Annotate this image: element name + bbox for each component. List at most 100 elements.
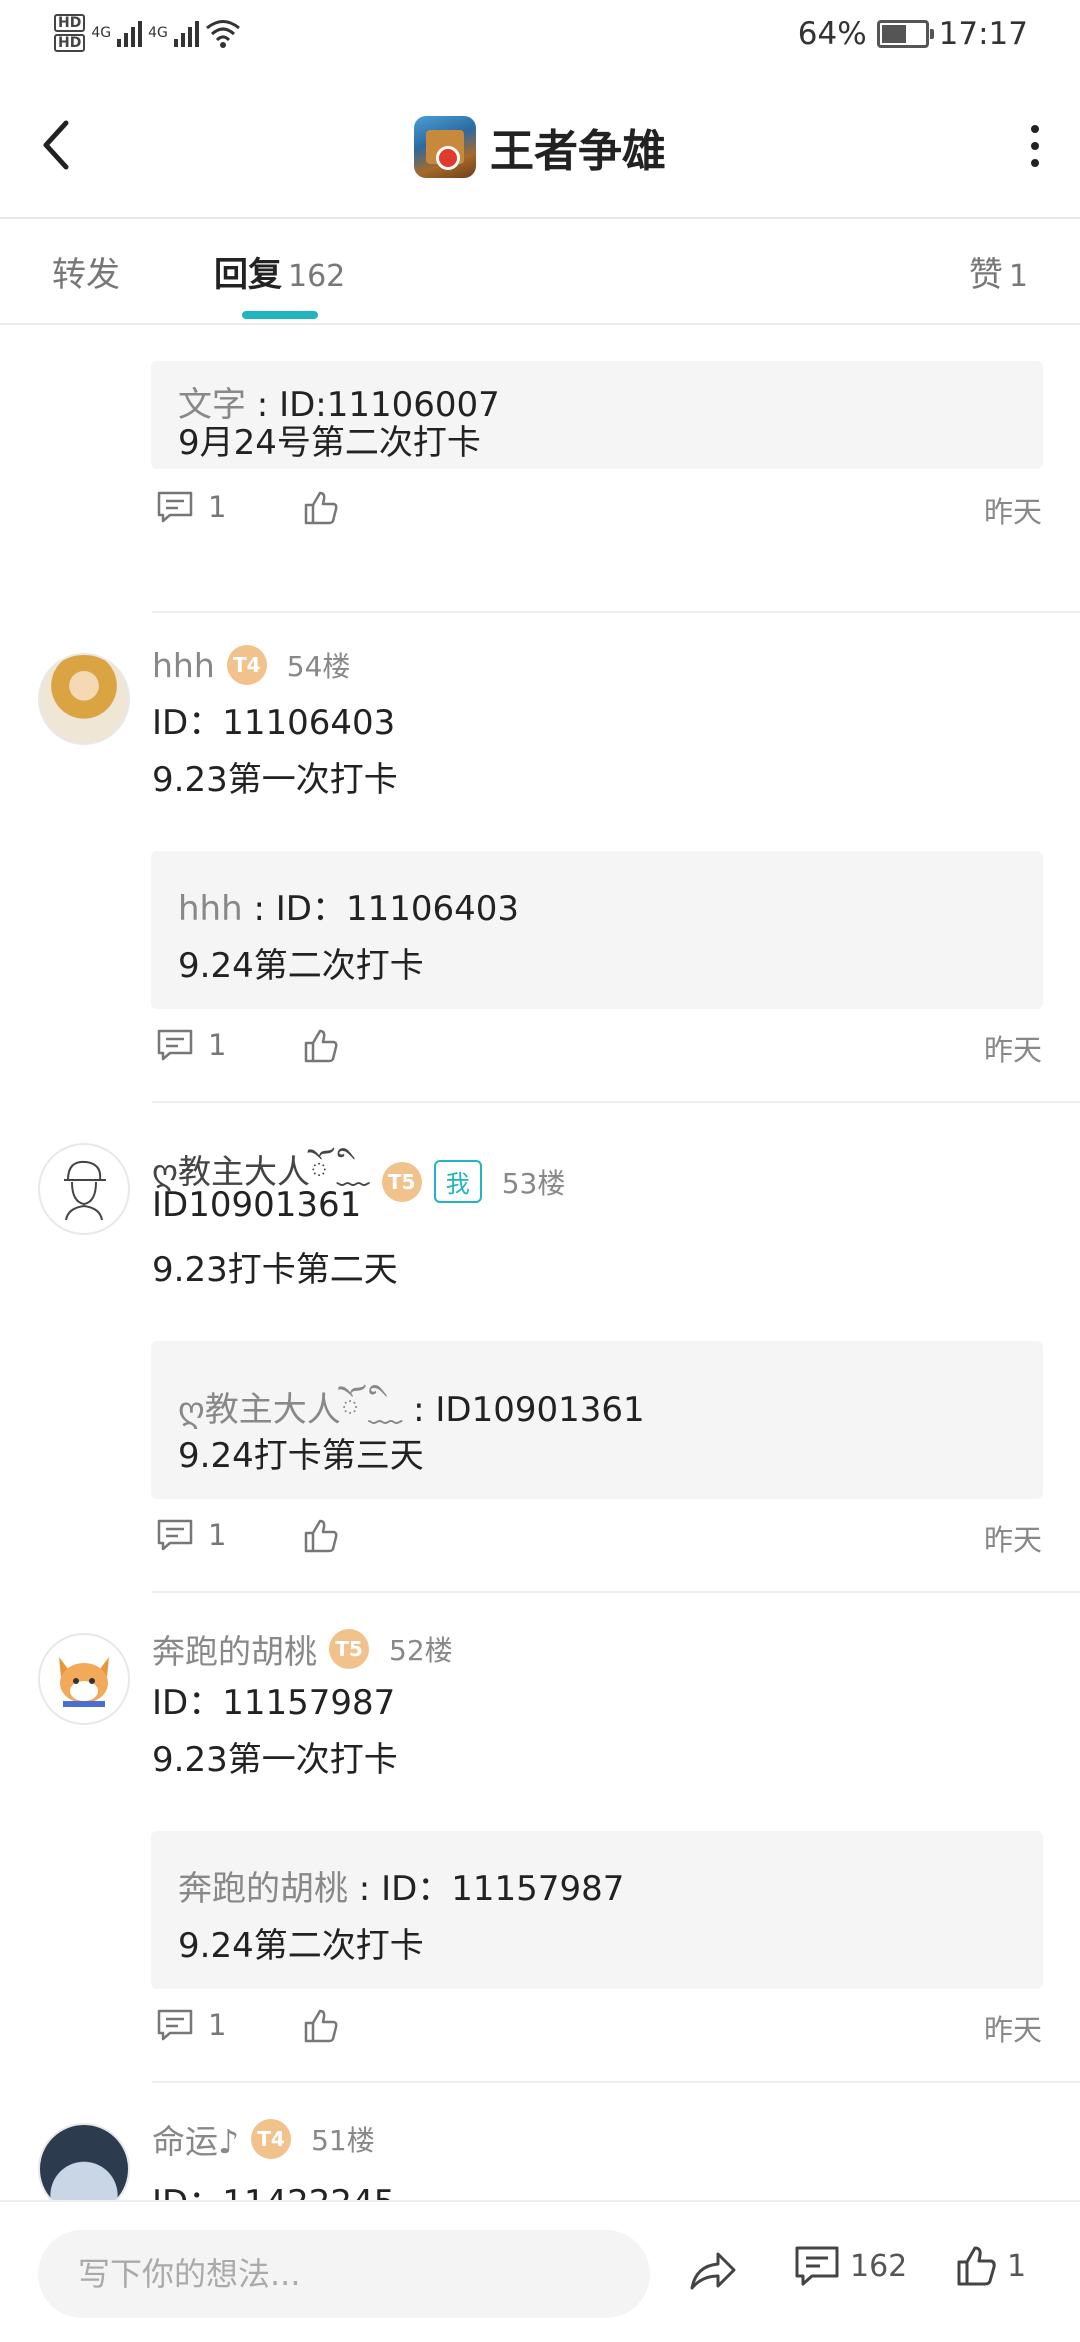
comment-button[interactable]: 1 [156, 1517, 226, 1553]
comment-count: 162 [850, 2248, 908, 2284]
action-row: 1 昨天 [152, 1517, 1042, 1557]
floor-number: 52楼 [389, 1634, 453, 1667]
comment-icon [157, 1519, 193, 1551]
status-bar: HD HD 4G 4G 64% 17:17 [0, 0, 1080, 75]
signal-1-icon [117, 19, 143, 47]
sim1-hd-indicator: HD [54, 14, 86, 32]
quoted-reply[interactable]: 奔跑的胡桃 : ID：11157987 9.24第二次打卡 [151, 1831, 1043, 1989]
status-left: HD HD 4G 4G [54, 14, 241, 52]
thumbs-up-icon[interactable] [302, 489, 340, 527]
comment-button[interactable]: 1 [156, 489, 226, 525]
timestamp: 昨天 [983, 495, 1042, 529]
floor-number: 54楼 [286, 650, 351, 683]
sketch-avatar-icon [64, 1160, 106, 1221]
quoted-reply[interactable]: ღ教主大人ོ ི﹏ : ID10901361 9.24打卡第三天 [151, 1341, 1043, 1499]
comment-icon [157, 1029, 193, 1061]
action-row: 1 昨天 [152, 1027, 1042, 1067]
reply-text: 9.23第一次打卡 [152, 1740, 398, 1780]
username[interactable]: 命运♪ [152, 2115, 239, 2163]
quote-username[interactable]: 奔跑的胡桃 [178, 1869, 348, 1909]
level-badge: T5 [329, 1629, 369, 1669]
quote-username[interactable]: hhh [178, 889, 243, 929]
reply-text: ID：11106403 [152, 703, 396, 743]
comment-count: 1 [208, 490, 227, 524]
tab-repost[interactable]: 转发 [52, 247, 120, 296]
author-row: hhh T4 54楼 [152, 645, 350, 685]
sim2-hd-indicator: HD [54, 34, 86, 52]
tab-reply-label: 回复 [214, 255, 282, 295]
title-group[interactable]: 王者争雄 [0, 115, 1080, 179]
thumbs-up-icon[interactable] [302, 2007, 340, 2045]
comment-icon [795, 2246, 839, 2286]
thumbs-up-icon[interactable] [302, 1517, 340, 1555]
reply-text: 9.23打卡第二天 [152, 1250, 398, 1290]
like-button[interactable]: 1 [955, 2244, 1026, 2288]
comment-button[interactable]: 162 [794, 2244, 907, 2288]
list-item: 命运♪ T4 51楼 ID：11422245 [0, 2083, 1080, 2200]
reply-text: ID10901361 [152, 1185, 362, 1225]
avatar[interactable] [38, 1143, 130, 1235]
quote-text: ID：11106403 [275, 889, 519, 929]
status-right: 64% 17:17 [798, 16, 1028, 52]
quote-text: ID10901361 [435, 1390, 645, 1430]
comment-icon [157, 491, 193, 523]
action-row: 1 昨天 [152, 489, 1042, 529]
action-row: 1 昨天 [152, 2007, 1042, 2047]
timestamp: 昨天 [983, 1033, 1042, 1067]
tab-bar: 转发 回复 162 赞1 [0, 219, 1080, 325]
avatar[interactable] [38, 653, 130, 745]
more-vertical-icon[interactable] [1030, 125, 1040, 167]
quoted-reply[interactable]: 文字 : ID:11106007 9月24号第二次打卡 [151, 361, 1043, 469]
list-item: 奔跑的胡桃 T5 52楼 ID：11157987 9.23第一次打卡 奔跑的胡桃… [0, 1593, 1080, 2083]
active-tab-indicator [242, 311, 318, 319]
network-type-2: 4G [148, 25, 168, 41]
quote-text: 9月24号第二次打卡 [178, 423, 481, 463]
author-row: 奔跑的胡桃 T5 52楼 [152, 1625, 453, 1673]
tab-like[interactable]: 赞1 [969, 247, 1028, 296]
list-item: 文字 : ID:11106007 9月24号第二次打卡 1 昨天 [0, 323, 1080, 613]
tab-like-count: 1 [1008, 259, 1028, 294]
like-count: 1 [1007, 2248, 1027, 2284]
reply-text: 9.23第一次打卡 [152, 760, 398, 800]
comment-icon [157, 2009, 193, 2041]
top-app-bar: 王者争雄 [0, 75, 1080, 219]
list-item: ღ教主大人ོ ི﹏ T5 我 53楼 ID10901361 9.23打卡第二天 … [0, 1103, 1080, 1593]
signal-2-icon [173, 19, 199, 47]
quote-text: 9.24第二次打卡 [178, 1926, 424, 1966]
quote-text: 9.24第二次打卡 [178, 946, 424, 986]
wifi-icon [205, 20, 240, 48]
username[interactable]: hhh [152, 646, 215, 685]
thumbs-up-icon[interactable] [302, 1027, 340, 1065]
page-title: 王者争雄 [490, 126, 666, 177]
dog-avatar-icon [59, 1657, 109, 1707]
level-badge: T5 [381, 1161, 422, 1202]
bottom-action-bar: 162 1 [0, 2200, 1080, 2342]
reply-list[interactable]: 文字 : ID:11106007 9月24号第二次打卡 1 昨天 hhh T4 … [0, 323, 1080, 2200]
list-item: hhh T4 54楼 ID：11106403 9.23第一次打卡 hhh : I… [0, 613, 1080, 1103]
comment-input[interactable] [38, 2230, 650, 2318]
reply-text: ID：11157987 [152, 1683, 396, 1723]
timestamp: 昨天 [983, 2013, 1042, 2047]
comment-count: 1 [208, 1518, 227, 1552]
floor-number: 51楼 [311, 2124, 375, 2157]
username[interactable]: 奔跑的胡桃 [152, 1625, 317, 1673]
quote-text: 9.24打卡第三天 [178, 1436, 424, 1476]
comment-button[interactable]: 1 [156, 2007, 226, 2043]
share-icon[interactable] [688, 2248, 738, 2294]
quote-username[interactable]: ღ教主大人ོ ི﹏ [178, 1390, 402, 1430]
quote-text: ID：11157987 [381, 1869, 625, 1909]
tab-reply-count: 162 [288, 259, 346, 294]
battery-percent: 64% [797, 16, 867, 52]
level-badge: T4 [226, 645, 267, 685]
avatar[interactable] [38, 1633, 130, 1725]
comment-count: 1 [208, 2008, 227, 2042]
quoted-reply[interactable]: hhh : ID：11106403 9.24第二次打卡 [151, 851, 1043, 1009]
tab-repost-label: 转发 [52, 255, 120, 295]
comment-button[interactable]: 1 [156, 1027, 226, 1063]
avatar[interactable] [38, 2123, 130, 2200]
tab-reply[interactable]: 回复 162 [214, 247, 345, 296]
author-row: 命运♪ T4 51楼 [152, 2115, 375, 2163]
battery-icon [876, 20, 934, 48]
network-type-1: 4G [91, 25, 112, 41]
comment-count: 1 [208, 1028, 227, 1062]
